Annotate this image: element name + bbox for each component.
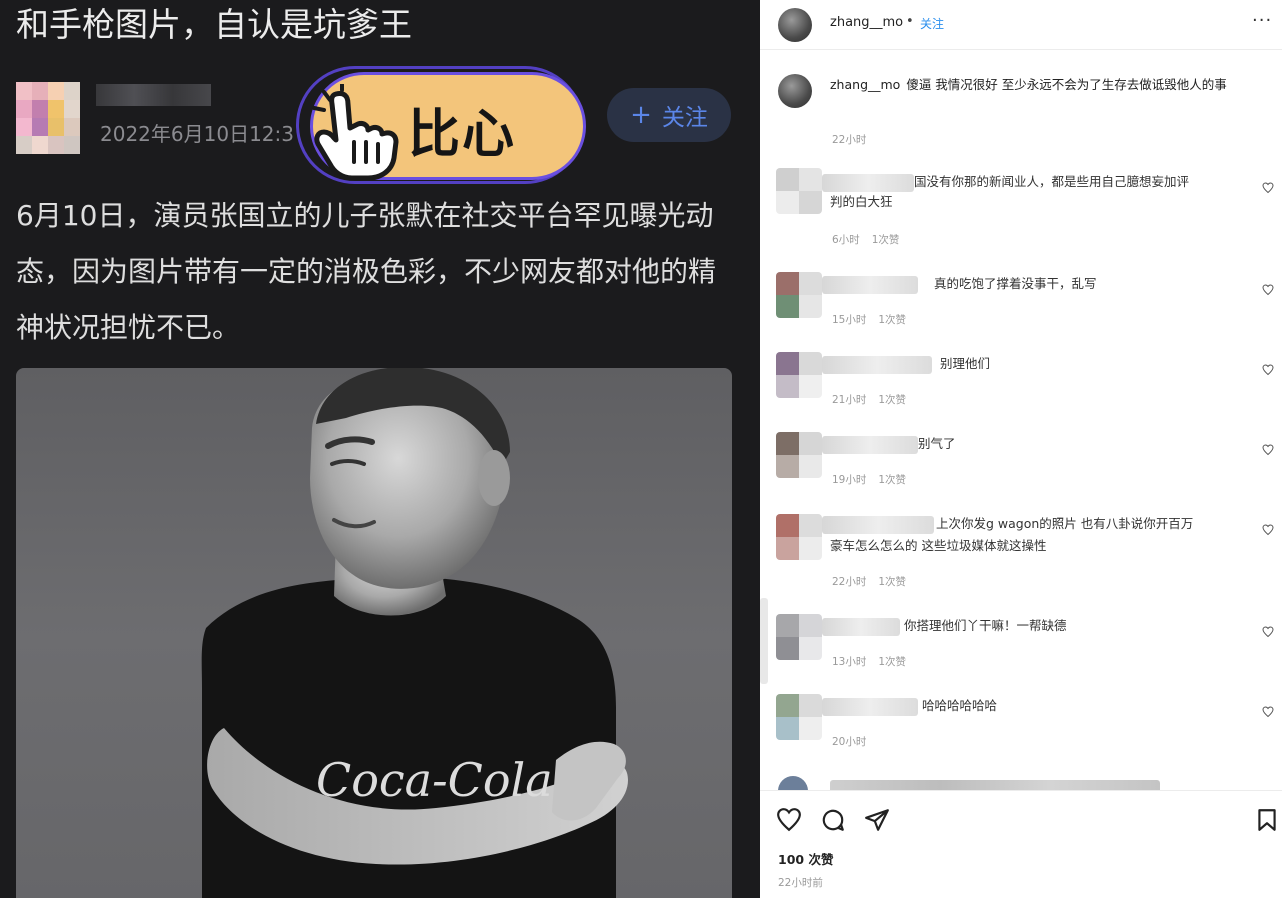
comment-likes[interactable]: 1次赞: [878, 656, 906, 668]
comment-time: 13小时: [832, 656, 867, 668]
instagram-panel: zhang__mo • 关注 ··· zhang__mo 傻逼 我情况很好 至少永…: [760, 0, 1282, 898]
comment-time: 21小时: [832, 394, 867, 406]
comment-item: 国没有你那的新闻业人，都是些用自己臆想妄加评 判的白大狂 6小时 1次赞: [760, 162, 1282, 246]
follow-button[interactable]: + 关注: [607, 88, 731, 142]
comment-avatar[interactable]: [776, 694, 822, 740]
profile-username[interactable]: zhang__mo: [830, 15, 903, 30]
comment-heart-icon[interactable]: [1262, 364, 1274, 376]
caption-avatar[interactable]: [778, 74, 812, 108]
comment-meta: 13小时 1次赞: [832, 654, 918, 669]
post-time: 22小时前: [778, 877, 823, 889]
author-name-blurred: [96, 84, 211, 106]
commenter-name-blurred: [822, 698, 918, 716]
man-portrait-image: Coca-Cola: [201, 368, 628, 898]
comment-text: 哈哈哈哈哈哈: [922, 698, 998, 713]
comment-meta: 15小时 1次赞: [832, 312, 918, 327]
caption-text: zhang__mo 傻逼 我情况很好 至少永远不会为了生存去做诋毁他人的事: [830, 76, 1260, 94]
plus-icon: +: [630, 100, 652, 130]
comment-heart-icon[interactable]: [1262, 444, 1274, 456]
comment-meta: 21小时 1次赞: [832, 392, 918, 407]
comment-item: 哈哈哈哈哈哈 20小时: [760, 688, 1282, 768]
post-action-bar: 100 次赞 22小时前: [760, 790, 1282, 898]
comment-time: 22小时: [832, 576, 867, 588]
profile-avatar[interactable]: [778, 8, 812, 42]
like-heart-icon[interactable]: [776, 807, 802, 833]
post-body-text: 6月10日，演员张国立的儿子张默在社交平台罕见曝光动态，因为图片带有一定的消极色…: [16, 199, 717, 344]
comment-avatar[interactable]: [776, 514, 822, 560]
comment-meta: 19小时 1次赞: [832, 472, 918, 487]
post-date: 2022年6月10日12:3: [100, 122, 294, 146]
comment-avatar[interactable]: [776, 168, 822, 214]
comment-time: 19小时: [832, 474, 867, 486]
post-photo[interactable]: Coca-Cola: [16, 368, 732, 898]
comment-text: 别气了: [918, 436, 956, 451]
caption-time: 22小时: [832, 134, 867, 146]
post-headline: 和手枪图片，自认是坑爹王: [16, 5, 412, 44]
commenter-name-blurred: [822, 174, 914, 192]
comment-heart-icon[interactable]: [1262, 626, 1274, 638]
ig-follow-button[interactable]: 关注: [920, 15, 944, 32]
comment-likes[interactable]: 1次赞: [878, 314, 906, 326]
pointing-hand-icon: [312, 84, 399, 181]
comment-item: 上次你发g wagon的照片 也有八卦说你开百万 豪车怎么怎么的 这些垃圾媒体就…: [760, 508, 1282, 598]
commenter-name-blurred: [822, 356, 932, 374]
article-post-panel: 和手枪图片，自认是坑爹王 2022年6月10日12:3 + 关注 比心 6月10…: [0, 0, 760, 898]
more-icon[interactable]: ···: [1252, 10, 1272, 31]
comment-item: 真的吃饱了撑着没事干，乱写 15小时 1次赞: [760, 266, 1282, 346]
comment-time: 6小时: [832, 234, 860, 246]
comment-text: 上次你发g wagon的照片 也有八卦说你开百万: [936, 516, 1194, 531]
comment-item: 别气了 19小时 1次赞: [760, 426, 1282, 506]
caption-body: 傻逼 我情况很好 至少永远不会为了生存去做诋毁他人的事: [906, 77, 1227, 92]
instagram-header: zhang__mo • 关注 ···: [760, 0, 1282, 50]
comment-bubble-icon[interactable]: [820, 807, 846, 833]
comment-text: 国没有你那的新闻业人，都是些用自己臆想妄加评: [914, 174, 1190, 189]
comment-heart-icon[interactable]: [1262, 284, 1274, 296]
share-send-icon[interactable]: [864, 807, 890, 833]
comment-item: 别理他们 21小时 1次赞: [760, 346, 1282, 426]
post-caption: zhang__mo 傻逼 我情况很好 至少永远不会为了生存去做诋毁他人的事 22小…: [760, 64, 1282, 154]
comment-avatar[interactable]: [776, 272, 822, 318]
comment-likes[interactable]: 1次赞: [878, 576, 906, 588]
comment-meta: 20小时: [832, 734, 878, 749]
comment-heart-icon[interactable]: [1262, 706, 1274, 718]
commenter-name-blurred: [822, 516, 934, 534]
cut-off-comment: [760, 772, 1282, 790]
sticker-label: 比心: [408, 105, 517, 165]
commenter-name-blurred: [822, 276, 918, 294]
heart-sticker: 比心: [296, 66, 592, 186]
comment-meta: 22小时 1次赞: [832, 574, 918, 589]
caption-username[interactable]: zhang__mo: [830, 77, 900, 92]
scrollbar[interactable]: [760, 598, 768, 684]
comment-meta: 6小时 1次赞: [832, 232, 911, 247]
comment-text: 别理他们: [940, 356, 991, 371]
shirt-logo-text: Coca-Cola: [316, 753, 553, 807]
comment-time: 15小时: [832, 314, 867, 326]
follow-button-label: 关注: [661, 105, 708, 131]
comment-text-line2: 豪车怎么怎么的 这些垃圾媒体就这操性: [830, 538, 1047, 553]
comment-avatar[interactable]: [776, 432, 822, 478]
comment-time: 20小时: [832, 736, 867, 748]
bookmark-icon[interactable]: [1254, 807, 1280, 833]
comment-text: 真的吃饱了撑着没事干，乱写: [934, 276, 1097, 291]
comment-heart-icon[interactable]: [1262, 182, 1274, 194]
comment-avatar[interactable]: [776, 352, 822, 398]
comment-item: 你搭理他们丫干嘛！一帮缺德 13小时 1次赞: [760, 608, 1282, 688]
comment-avatar[interactable]: [776, 614, 822, 660]
commenter-name-blurred: [822, 618, 900, 636]
comment-likes[interactable]: 1次赞: [872, 234, 900, 246]
comment-heart-icon[interactable]: [1262, 524, 1274, 536]
comment-text: 你搭理他们丫干嘛！一帮缺德: [904, 618, 1067, 633]
comment-likes[interactable]: 1次赞: [878, 474, 906, 486]
comment-likes[interactable]: 1次赞: [878, 394, 906, 406]
likes-count[interactable]: 100 次赞: [778, 849, 833, 868]
commenter-name-blurred: [822, 436, 918, 454]
separator-dot: •: [906, 14, 914, 29]
comment-text-line2: 判的白大狂: [830, 194, 893, 209]
author-avatar-mosaic[interactable]: [16, 82, 80, 154]
